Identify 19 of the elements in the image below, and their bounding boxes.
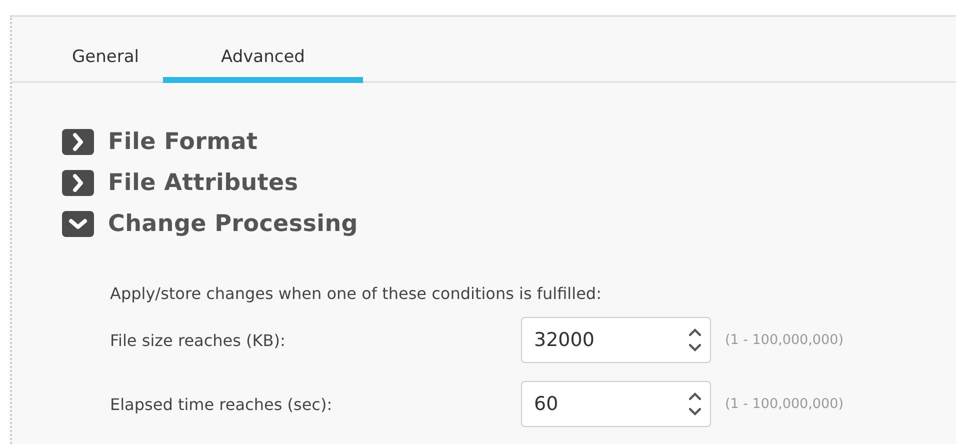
- section-title[interactable]: File Attributes: [108, 170, 298, 196]
- range-hint: (1 - 100,000,000): [725, 396, 844, 412]
- spinner-icon[interactable]: [688, 326, 702, 354]
- field-label: Elapsed time reaches (sec):: [110, 394, 334, 414]
- field-input[interactable]: 60: [534, 393, 688, 415]
- section-title[interactable]: File Format: [108, 128, 258, 154]
- spinner-icon[interactable]: [688, 390, 702, 418]
- range-hint: (1 - 100,000,000): [725, 332, 844, 348]
- field-label: File size reaches (KB):: [110, 330, 286, 350]
- tab[interactable]: General: [48, 17, 163, 83]
- number-field[interactable]: 32000: [521, 317, 711, 363]
- section-title[interactable]: Change Processing: [108, 210, 358, 236]
- expand-icon[interactable]: [62, 128, 94, 154]
- tab[interactable]: Advanced: [163, 17, 363, 83]
- collapse-icon[interactable]: [62, 210, 94, 236]
- instruction-text: Apply/store changes when one of these conditions is fulfilled:: [110, 284, 602, 305]
- number-field[interactable]: 60: [521, 381, 711, 427]
- field-input[interactable]: 32000: [534, 329, 688, 351]
- expand-icon[interactable]: [62, 170, 94, 196]
